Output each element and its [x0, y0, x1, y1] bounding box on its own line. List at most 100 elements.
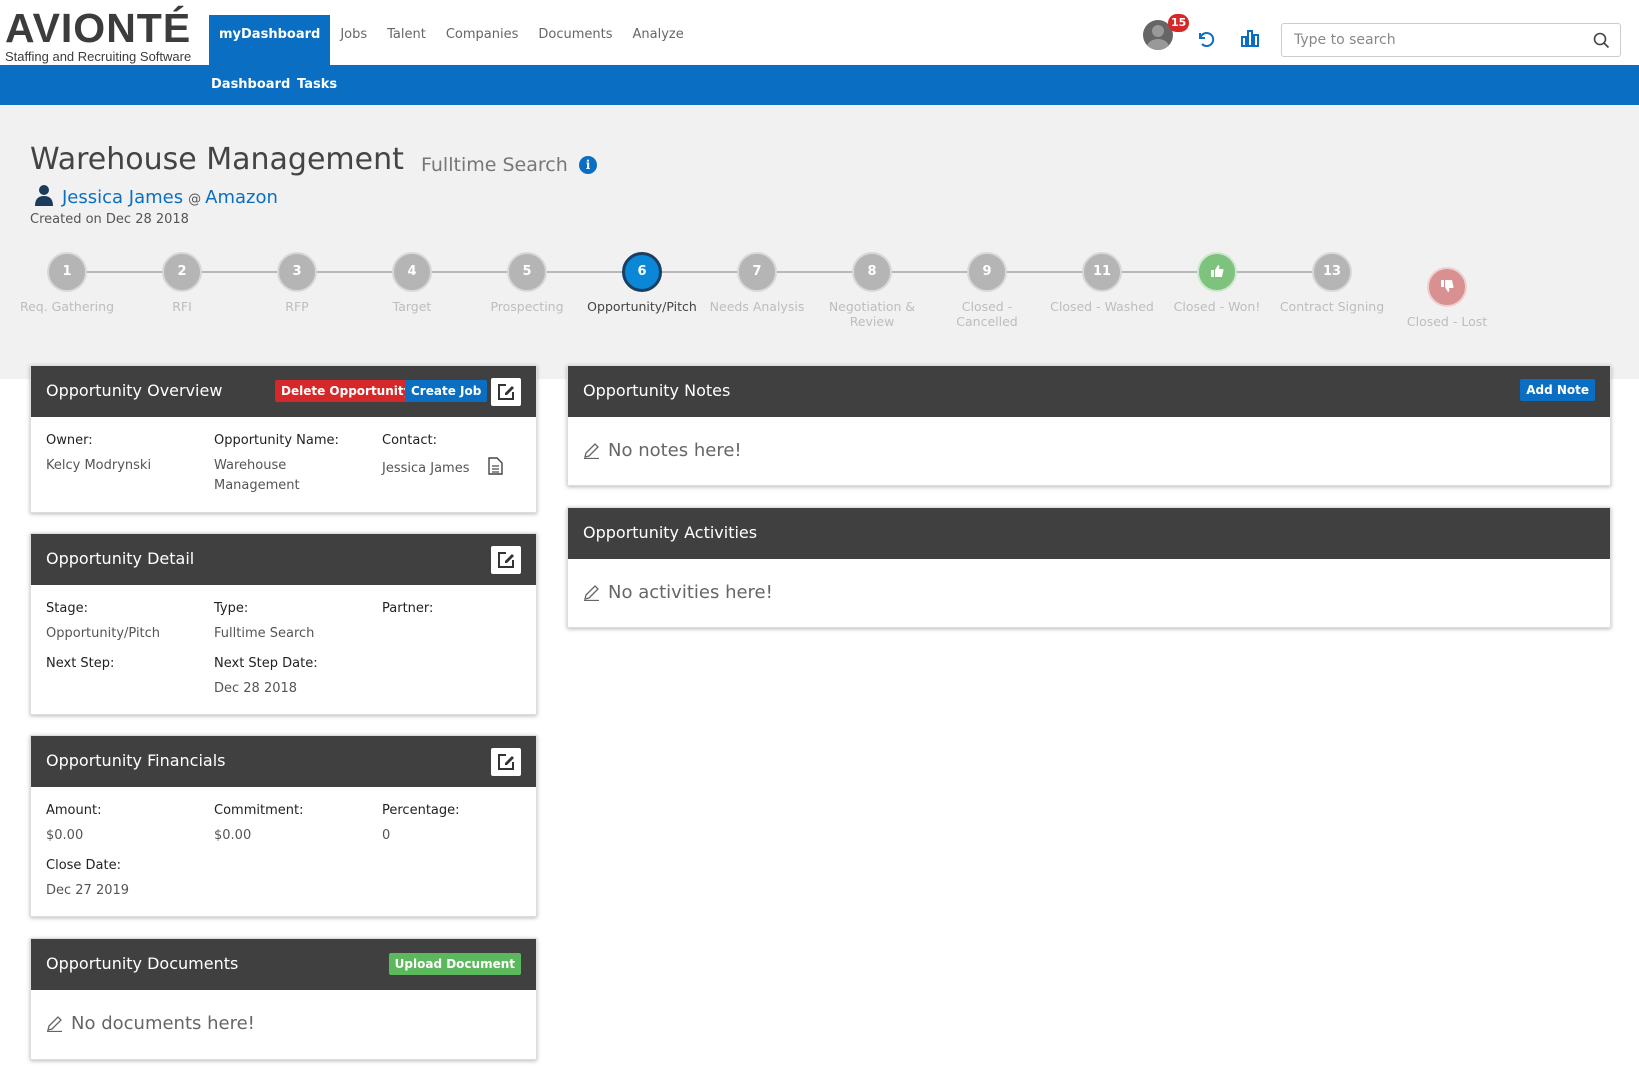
commitment-value: $0.00 — [214, 828, 252, 843]
subnav-item-dashboard[interactable]: Dashboard — [211, 77, 290, 92]
delete-opportunity-button[interactable]: Delete Opportunity — [275, 380, 418, 402]
stage-circle[interactable]: 1 — [47, 252, 87, 292]
percentage-value: 0 — [382, 828, 391, 843]
stage-label: Closed - Lost — [1406, 314, 1488, 329]
contact-link[interactable]: Jessica James — [62, 187, 183, 208]
edit-overview-button[interactable] — [491, 378, 521, 406]
nav-item-companies[interactable]: Companies — [436, 15, 529, 65]
stage-label: Closed - Washed — [1050, 299, 1154, 314]
stage-step-1[interactable]: 1 Req. Gathering — [7, 252, 127, 314]
stage-step-8[interactable]: 8 Negotiation & Review — [812, 252, 932, 329]
edit-detail-button[interactable] — [491, 546, 521, 574]
info-icon[interactable]: i — [579, 156, 597, 174]
upload-document-button[interactable]: Upload Document — [388, 953, 521, 975]
edit-icon — [498, 754, 514, 770]
stage-label: Closed - Won! — [1173, 299, 1261, 314]
edit-icon — [498, 552, 514, 568]
search-icon[interactable] — [1593, 32, 1610, 53]
stage-step-2[interactable]: 2 RFI — [122, 252, 242, 314]
card-header: Opportunity Financials — [31, 736, 536, 787]
stage-step-5[interactable]: 5 Prospecting — [467, 252, 587, 314]
stage-circle[interactable]: 2 — [162, 252, 202, 292]
financials-card: Opportunity Financials Amount: $0.00 Com… — [30, 735, 537, 917]
stage-step-won[interactable]: Closed - Won! — [1157, 252, 1277, 314]
nav-item-mydashboard[interactable]: myDashboard — [209, 15, 331, 65]
add-note-button[interactable]: Add Note — [1520, 379, 1595, 401]
thumbs-down-icon[interactable] — [1427, 267, 1467, 307]
stage-circle[interactable]: 3 — [277, 252, 317, 292]
next-step-date-label: Next Step Date: — [214, 656, 318, 671]
nav-item-documents[interactable]: Documents — [528, 15, 622, 65]
stage-label: Prospecting — [490, 299, 564, 314]
card-header: Opportunity Activities — [568, 508, 1610, 559]
main-nav: myDashboard Jobs Talent Companies Docume… — [209, 15, 694, 65]
search-input[interactable] — [1282, 24, 1582, 56]
stage-step-9[interactable]: 9 Closed - Cancelled — [927, 252, 1047, 329]
stage-step-lost[interactable]: Closed - Lost — [1387, 267, 1507, 329]
overview-card: Opportunity Overview Delete Opportunity … — [30, 365, 537, 513]
aviente-logo[interactable]: AVIONTÉ Staffing and Recruiting Software — [5, 5, 192, 65]
edit-icon — [498, 384, 514, 400]
stage-circle-active[interactable]: 6 — [622, 252, 662, 292]
stage-step-7[interactable]: 7 Needs Analysis — [697, 252, 817, 314]
activities-empty-text: No activities here! — [608, 582, 773, 603]
stage-circle[interactable]: 7 — [737, 252, 777, 292]
at-sign: @ — [188, 191, 202, 207]
notes-empty-text: No notes here! — [608, 440, 742, 461]
activities-empty: No activities here! — [583, 582, 773, 603]
stage-label: Needs Analysis — [709, 299, 805, 314]
stage-label: Req. Gathering — [19, 299, 115, 314]
document-icon[interactable] — [488, 457, 503, 479]
stage-circle[interactable]: 13 — [1312, 252, 1352, 292]
sub-nav: Dashboard Tasks — [0, 65, 1639, 105]
analytics-icon[interactable] — [1240, 28, 1260, 52]
card-title: Opportunity Detail — [46, 549, 195, 568]
amount-label: Amount: — [46, 803, 102, 818]
company-link[interactable]: Amazon — [205, 187, 278, 208]
next-step-label: Next Step: — [46, 656, 115, 671]
stage-step-6[interactable]: 6 Opportunity/Pitch — [582, 252, 702, 314]
close-date-value: Dec 27 2019 — [46, 883, 130, 898]
stage-step-4[interactable]: 4 Target — [352, 252, 472, 314]
logo-wordmark: AVIONTÉ — [5, 5, 192, 51]
stage-circle[interactable]: 9 — [967, 252, 1007, 292]
stage-circle[interactable]: 8 — [852, 252, 892, 292]
stage-step-3[interactable]: 3 RFP — [237, 252, 357, 314]
pencil-icon — [584, 443, 599, 459]
card-title: Opportunity Activities — [583, 523, 758, 542]
stage-step-13[interactable]: 13 Contract Signing — [1272, 252, 1392, 314]
commitment-label: Commitment: — [214, 803, 304, 818]
notification-badge[interactable]: 15 — [1168, 14, 1190, 32]
nav-item-talent[interactable]: Talent — [377, 15, 436, 65]
card-title: Opportunity Overview — [46, 381, 223, 400]
card-header: Opportunity Detail — [31, 534, 536, 585]
top-bar: AVIONTÉ Staffing and Recruiting Software… — [0, 0, 1639, 65]
next-step-date-value: Dec 28 2018 — [214, 681, 298, 696]
nav-item-jobs[interactable]: Jobs — [330, 15, 377, 65]
stage-step-11[interactable]: 11 Closed - Washed — [1042, 252, 1162, 314]
create-job-button[interactable]: Create Job — [405, 380, 488, 402]
pencil-icon — [584, 585, 599, 601]
stage-circle[interactable]: 5 — [507, 252, 547, 292]
stage-circle[interactable]: 4 — [392, 252, 432, 292]
pencil-icon — [47, 1016, 62, 1032]
stage-circle[interactable]: 11 — [1082, 252, 1122, 292]
activities-card: Opportunity Activities No activities her… — [567, 507, 1611, 628]
type-label: Type: — [214, 601, 249, 616]
stage-label: Target — [392, 299, 432, 314]
documents-empty: No documents here! — [46, 1013, 255, 1034]
stage-label: RFI — [172, 299, 192, 314]
card-title: Opportunity Notes — [583, 381, 731, 400]
thumbs-up-icon[interactable] — [1197, 252, 1237, 292]
refresh-icon[interactable] — [1196, 29, 1216, 53]
global-search — [1281, 23, 1621, 57]
nav-item-analyze[interactable]: Analyze — [623, 15, 694, 65]
owner-value: Kelcy Modrynski — [46, 458, 152, 473]
logo-tagline: Staffing and Recruiting Software — [5, 49, 192, 64]
stage-label: Closed - Cancelled — [956, 299, 1018, 329]
person-icon — [34, 184, 54, 210]
edit-financials-button[interactable] — [491, 748, 521, 776]
subnav-item-tasks[interactable]: Tasks — [297, 77, 337, 92]
partner-label: Partner: — [382, 601, 434, 616]
page-title: Warehouse Management — [30, 142, 404, 177]
